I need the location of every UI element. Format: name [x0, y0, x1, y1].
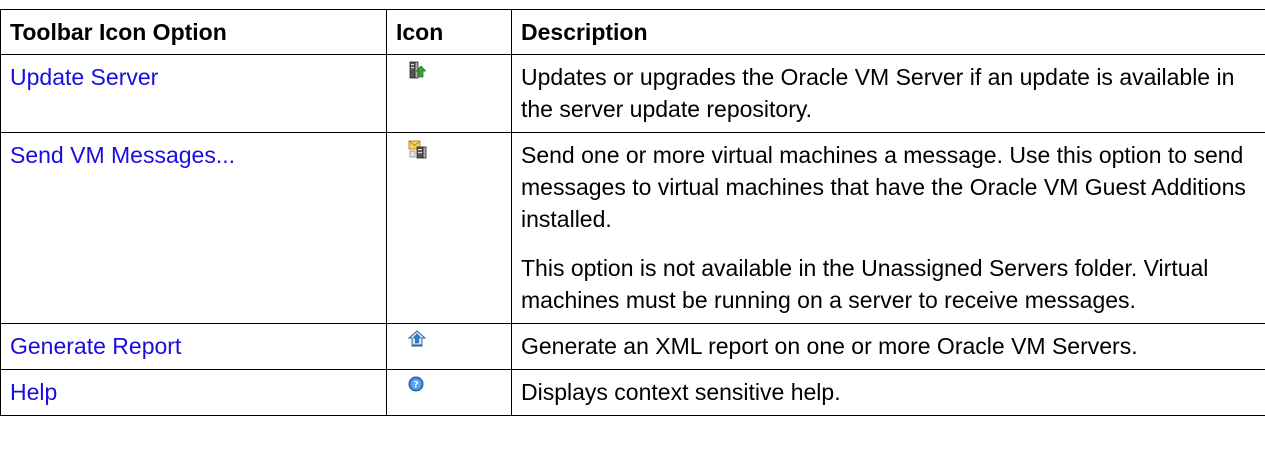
generate-report-link[interactable]: Generate Report — [10, 333, 181, 359]
icon-cell — [386, 132, 512, 324]
generate-report-icon — [408, 330, 426, 347]
column-header-description: Description — [511, 9, 1265, 55]
description-text: Displays context sensitive help. — [521, 379, 841, 405]
description-note: This option is not available in the Unas… — [521, 255, 1209, 313]
send-vm-messages-link[interactable]: Send VM Messages... — [10, 142, 235, 168]
table-row: Generate Report Generate an XML report o… — [0, 323, 1265, 370]
description-cell: Generate an XML report on one or more Or… — [511, 323, 1265, 370]
update-server-icon — [409, 61, 426, 79]
toolbar-options-table: Toolbar Icon Option Icon Description Upd… — [0, 9, 1265, 416]
option-cell: Send VM Messages... — [0, 132, 387, 324]
option-cell: Generate Report — [0, 323, 387, 370]
icon-cell: ? — [386, 369, 512, 416]
table-row: Help ? Displays context sensitive help. — [0, 369, 1265, 416]
column-header-option: Toolbar Icon Option — [0, 9, 387, 55]
option-cell: Update Server — [0, 54, 387, 133]
svg-text:?: ? — [413, 381, 418, 391]
table-header-row: Toolbar Icon Option Icon Description — [0, 9, 1265, 55]
table-row: Update Server Updates or upgrades the Or… — [0, 54, 1265, 133]
update-server-link[interactable]: Update Server — [10, 64, 158, 90]
help-icon: ? — [408, 376, 424, 392]
help-link[interactable]: Help — [10, 379, 57, 405]
description-text: Send one or more virtual machines a mess… — [521, 142, 1246, 232]
description-cell: Send one or more virtual machines a mess… — [511, 132, 1265, 324]
table-row: Send VM Messages... Send one or more vir… — [0, 132, 1265, 324]
description-cell: Displays context sensitive help. — [511, 369, 1265, 416]
icon-cell — [386, 54, 512, 133]
send-vm-messages-icon — [408, 140, 427, 159]
description-text: Updates or upgrades the Oracle VM Server… — [521, 64, 1235, 122]
description-cell: Updates or upgrades the Oracle VM Server… — [511, 54, 1265, 133]
option-cell: Help — [0, 369, 387, 416]
column-header-icon: Icon — [386, 9, 512, 55]
icon-cell — [386, 323, 512, 370]
description-text: Generate an XML report on one or more Or… — [521, 333, 1138, 359]
